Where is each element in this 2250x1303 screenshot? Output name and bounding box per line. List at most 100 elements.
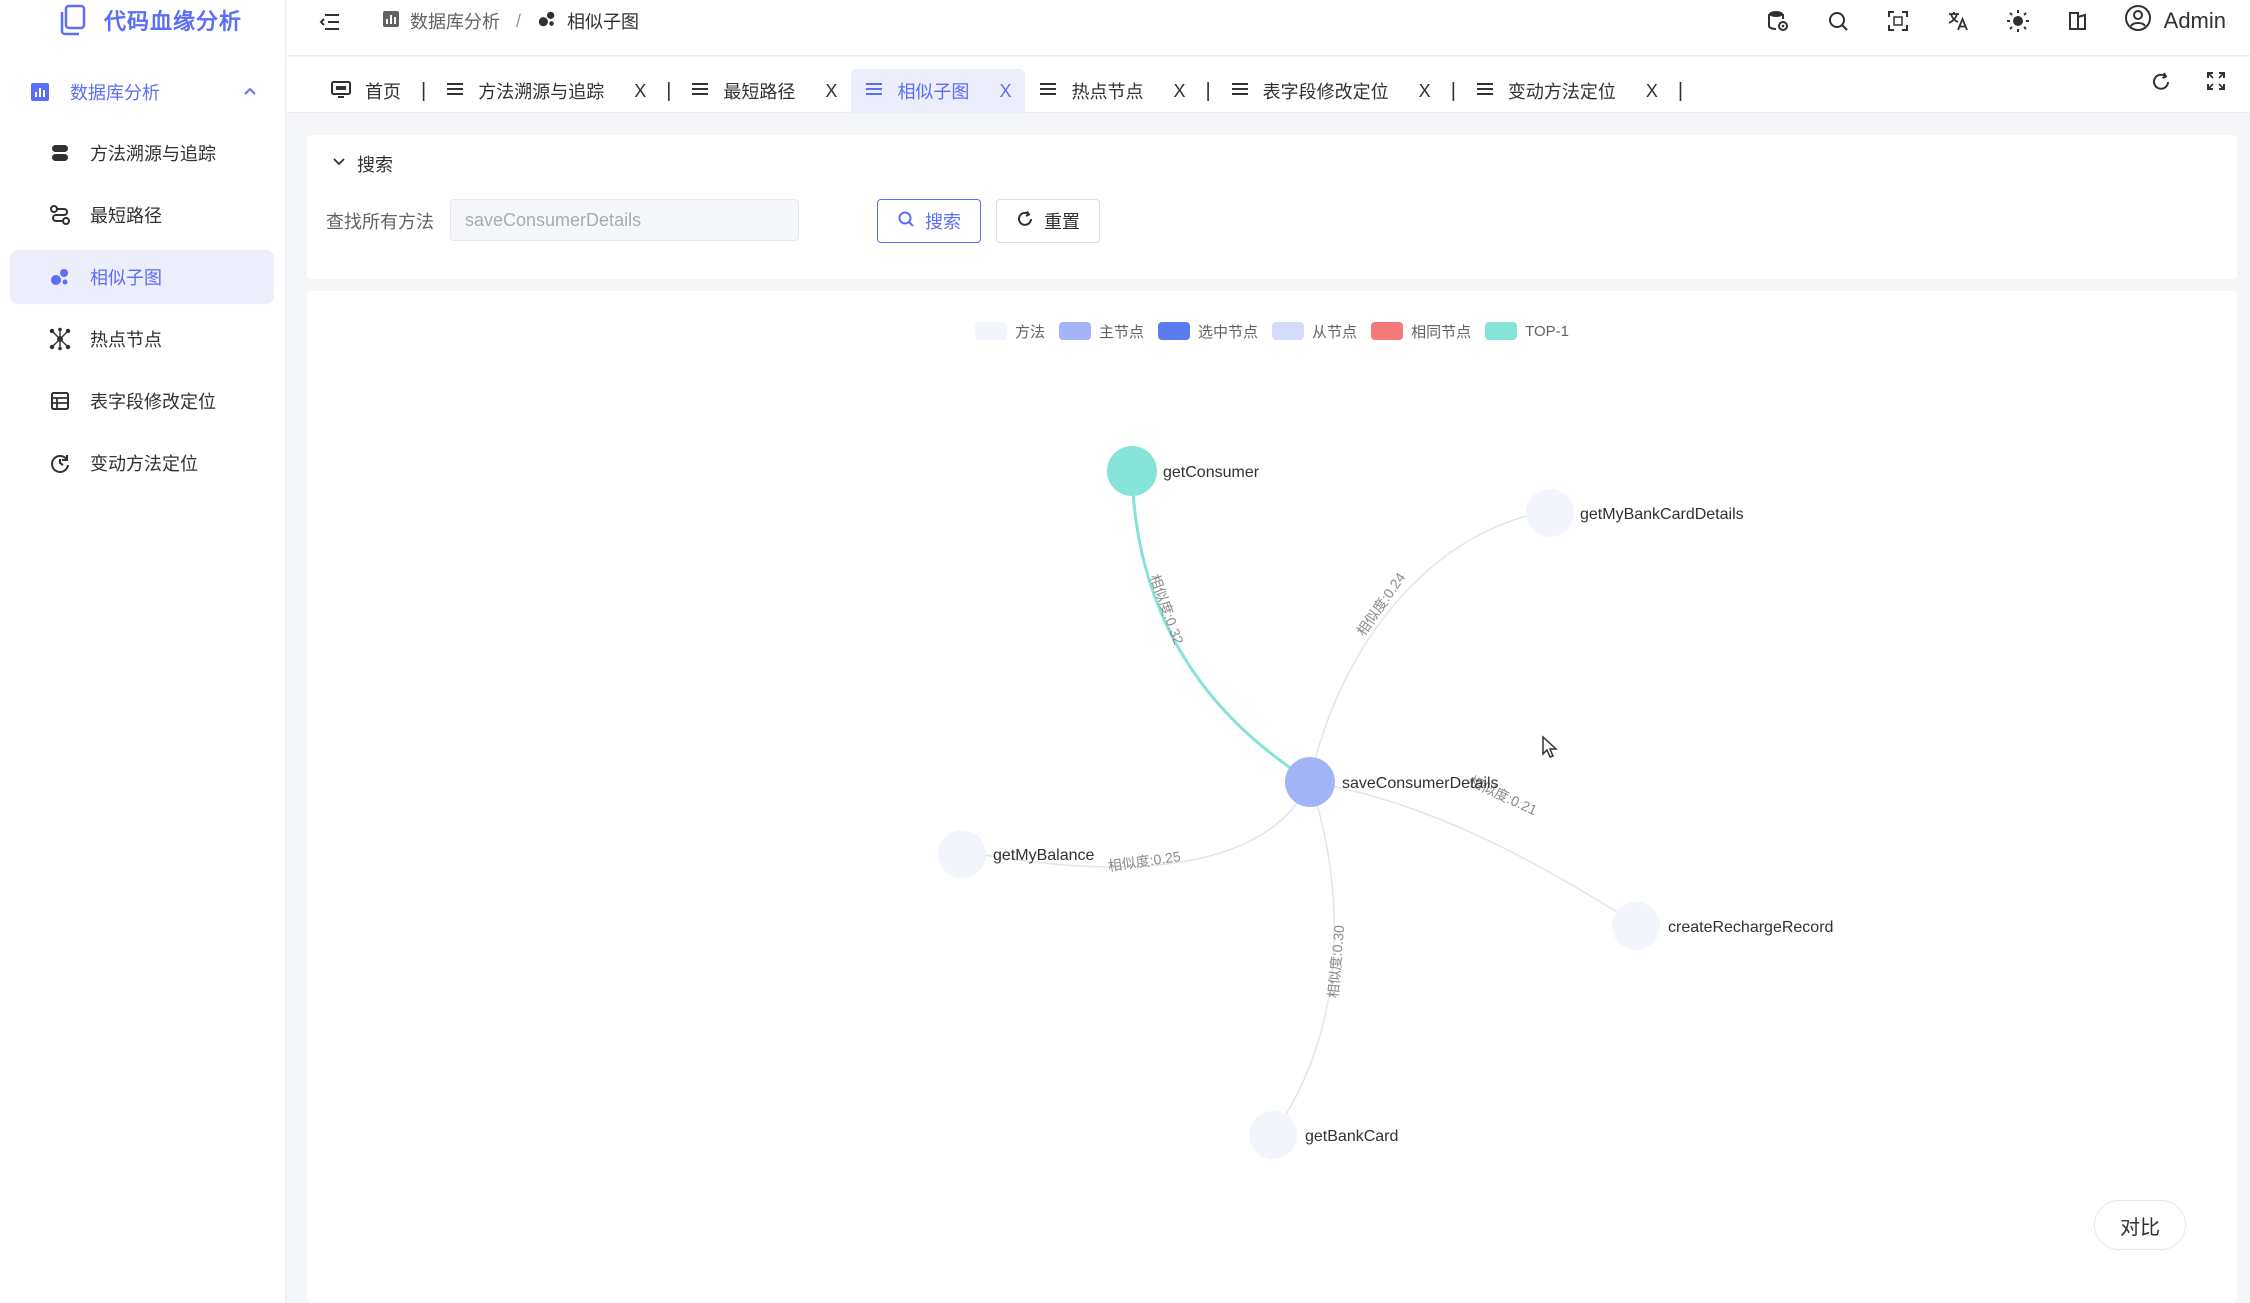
tab-label: 表字段修改定位 [1262, 82, 1389, 102]
tab-similar-subgraph[interactable]: 相似子图 X [851, 69, 1026, 113]
breadcrumb: 数据库分析 / 相似子图 [382, 8, 639, 34]
fullscreen-icon[interactable] [1884, 7, 1912, 35]
legend-swatch [1485, 322, 1518, 340]
app-logo[interactable]: 代码血缘分析 [56, 0, 242, 40]
close-icon[interactable]: X [825, 81, 837, 102]
bar-chart-icon [28, 80, 52, 104]
method-search-input[interactable] [450, 199, 799, 241]
user-name: Admin [2163, 8, 2226, 33]
search-panel: 搜索 查找所有方法 搜索 重置 [307, 135, 2237, 279]
method-field-label: 查找所有方法 [326, 212, 434, 232]
tab-divider: | [666, 79, 672, 102]
tab-divider: | [1450, 79, 1456, 102]
tab-home[interactable]: 首页 [317, 69, 415, 113]
sidebar-item-changed-method-locate[interactable]: 变动方法定位 [10, 436, 274, 490]
sidebar-group-database-analysis[interactable]: 数据库分析 [0, 70, 286, 114]
graph-node-top1[interactable] [1107, 446, 1157, 496]
refresh-clock-icon [48, 451, 72, 475]
node-label: getConsumer [1163, 464, 1260, 481]
sidebar-item-label: 相似子图 [90, 268, 162, 288]
legend-item[interactable]: 主节点 [1059, 321, 1144, 342]
sidebar-item-table-field-locate[interactable]: 表字段修改定位 [10, 374, 274, 428]
legend-item[interactable]: 相同节点 [1371, 321, 1471, 342]
sidebar-item-hot-nodes[interactable]: 热点节点 [10, 312, 274, 366]
compare-button[interactable]: 对比 [2094, 1200, 2186, 1250]
graph-node[interactable] [1249, 1111, 1297, 1159]
tab-method-trace[interactable]: 方法溯源与追踪 X [432, 69, 660, 113]
refresh-icon[interactable] [2150, 71, 2172, 98]
search-panel-title: 搜索 [357, 155, 393, 175]
copy-docs-icon [56, 3, 90, 37]
tab-label: 相似子图 [897, 82, 970, 102]
menu-icon [1231, 81, 1249, 102]
tab-label: 方法溯源与追踪 [478, 82, 605, 102]
translate-icon[interactable] [1944, 7, 1972, 35]
close-icon[interactable]: X [634, 81, 646, 102]
graph-node[interactable] [1612, 902, 1660, 950]
search-collapse-header[interactable]: 搜索 [331, 151, 393, 177]
tab-tools [2150, 71, 2226, 98]
node-label: createRechargeRecord [1668, 919, 1833, 936]
node-label: getMyBankCardDetails [1580, 506, 1744, 523]
node-label: getBankCard [1305, 1128, 1398, 1145]
close-icon[interactable]: X [1646, 81, 1658, 102]
breadcrumb-separator: / [516, 10, 522, 31]
app-title: 代码血缘分析 [104, 9, 243, 34]
legend-item[interactable]: 从节点 [1272, 321, 1357, 342]
legend-item[interactable]: TOP-1 [1485, 322, 1569, 340]
graph-edge [1272, 781, 1336, 1135]
tab-label: 首页 [365, 82, 401, 102]
menu-icon [446, 81, 464, 102]
legend-label: 选中节点 [1198, 323, 1259, 341]
close-icon[interactable]: X [999, 81, 1011, 102]
close-icon[interactable]: X [1419, 81, 1431, 102]
search-icon [897, 210, 915, 233]
graph-node[interactable] [938, 830, 986, 878]
tab-divider: | [421, 79, 427, 102]
database-settings-icon[interactable] [1764, 7, 1792, 35]
breadcrumb-item[interactable]: 数据库分析 [410, 8, 500, 34]
tab-table-field-locate[interactable]: 表字段修改定位 X [1217, 69, 1445, 113]
legend-item[interactable]: 方法 [975, 321, 1045, 342]
edge-label: 相似度:0.32 [1147, 572, 1187, 646]
tab-shortest-path[interactable]: 最短路径 X [677, 69, 851, 113]
bar-chart-icon [382, 10, 400, 33]
search-button[interactable]: 搜索 [877, 199, 981, 243]
menu-icon [1476, 81, 1494, 102]
sidebar-item-label: 热点节点 [90, 330, 162, 350]
header-toolbar: Admin [1764, 5, 2226, 37]
layout-icon[interactable] [2064, 7, 2092, 35]
legend-label: 相同节点 [1411, 323, 1472, 341]
refresh-icon [1016, 210, 1034, 233]
tab-hot-nodes[interactable]: 热点节点 X [1025, 69, 1199, 113]
tab-divider: | [1205, 79, 1211, 102]
chevron-up-icon[interactable] [242, 84, 258, 105]
maximize-icon[interactable] [2206, 71, 2226, 98]
graph-node[interactable] [1526, 489, 1574, 537]
close-icon[interactable]: X [1173, 81, 1185, 102]
sidebar-item-similar-subgraph[interactable]: 相似子图 [10, 250, 274, 304]
edge-label: 相似度:0.25 [1107, 848, 1182, 874]
graph-legend: 方法 主节点 选中节点 从节点 相同节点 TOP-1 [975, 319, 1569, 343]
sidebar-item-shortest-path[interactable]: 最短路径 [10, 188, 274, 242]
tab-label: 最短路径 [723, 82, 796, 102]
monitor-icon [331, 79, 351, 104]
reset-button[interactable]: 重置 [996, 199, 1100, 243]
graph-node-center[interactable] [1285, 757, 1335, 807]
user-menu[interactable]: Admin [2124, 4, 2226, 38]
sidebar-item-label: 方法溯源与追踪 [90, 144, 216, 164]
edge-label: 相似度:0.30 [1325, 924, 1347, 998]
database-stack-icon [48, 141, 72, 165]
chevron-down-icon [331, 154, 347, 175]
sidebar-item-method-trace[interactable]: 方法溯源与追踪 [10, 126, 274, 180]
graph-edge [1309, 510, 1551, 783]
sun-icon[interactable] [2004, 7, 2032, 35]
tab-changed-method-locate[interactable]: 变动方法定位 X [1462, 69, 1672, 113]
legend-item[interactable]: 选中节点 [1158, 321, 1258, 342]
menu-icon [865, 81, 883, 102]
top-header: 数据库分析 / 相似子图 Admin [287, 0, 2250, 56]
search-icon[interactable] [1824, 7, 1852, 35]
similarity-graph[interactable]: 相似度:0.32 相似度:0.24 相似度:0.21 相似度:0.25 相似度:… [307, 291, 2237, 1303]
sidebar-group-label: 数据库分析 [70, 83, 160, 103]
collapse-menu-icon[interactable] [317, 9, 343, 35]
